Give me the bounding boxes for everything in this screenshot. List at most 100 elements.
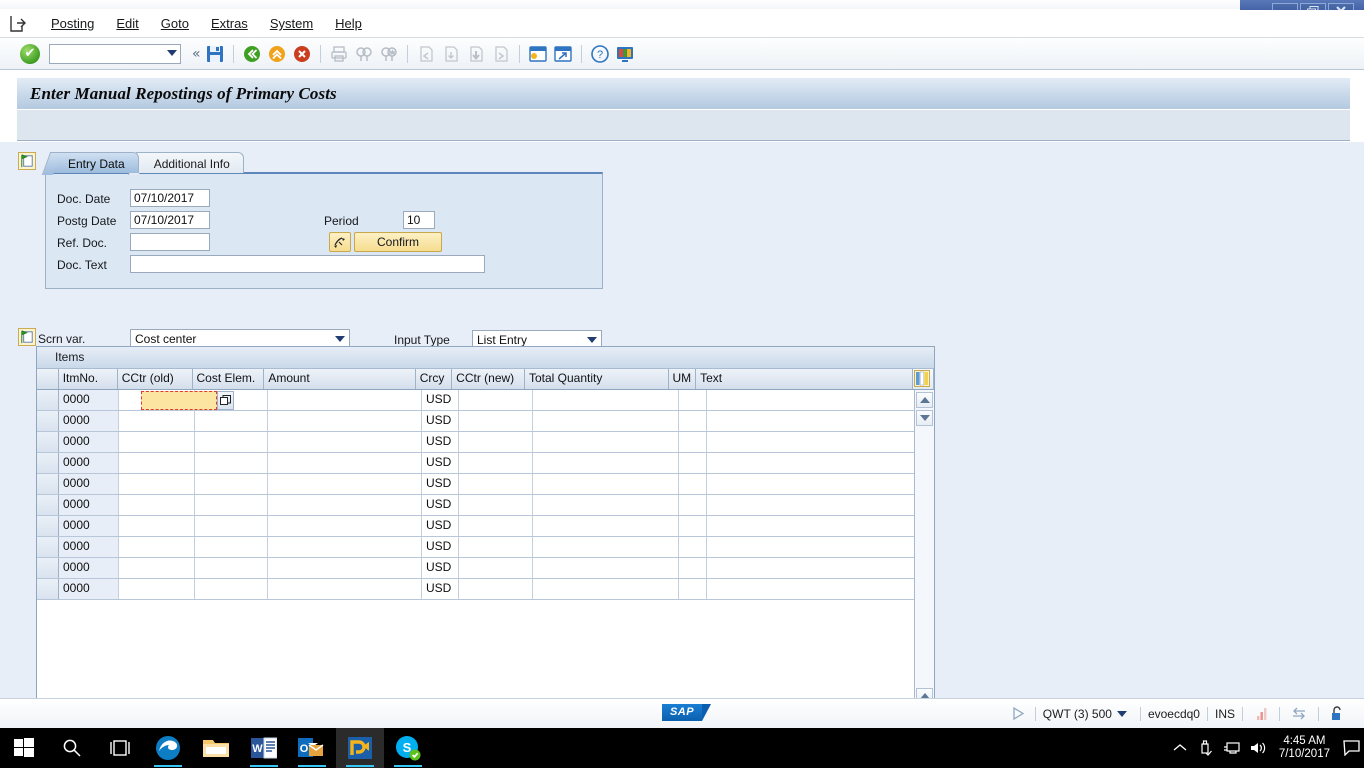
cell-amt[interactable] — [268, 579, 422, 599]
cell-crcy[interactable]: USD — [422, 516, 459, 536]
cell-itm[interactable]: 0000 — [59, 495, 119, 515]
cell-ccto[interactable] — [119, 495, 195, 515]
cell-amt[interactable] — [268, 558, 422, 578]
cell-itm[interactable]: 0000 — [59, 411, 119, 431]
cell-qty[interactable] — [533, 411, 679, 431]
chevron-down-icon[interactable] — [1116, 710, 1127, 717]
cell-qty[interactable] — [533, 495, 679, 515]
column-header-cost-elem[interactable]: Cost Elem. — [193, 369, 265, 389]
cell-cele[interactable] — [195, 411, 268, 431]
cell-um[interactable] — [679, 537, 707, 557]
cell-um[interactable] — [679, 411, 707, 431]
cell-crcy[interactable]: USD — [422, 558, 459, 578]
cell-text[interactable] — [707, 516, 928, 536]
ref-doc-input[interactable] — [130, 233, 210, 251]
column-settings-icon[interactable] — [913, 369, 934, 389]
table-row[interactable]: 0000 USD — [37, 579, 934, 600]
action-center-icon[interactable] — [1338, 728, 1364, 768]
cell-ccto[interactable] — [119, 453, 195, 473]
unlocked-icon[interactable] — [1326, 706, 1348, 721]
cell-text[interactable] — [707, 453, 928, 473]
cell-crcy[interactable]: USD — [422, 474, 459, 494]
table-row[interactable]: 0000 USD — [37, 432, 934, 453]
cell-crcy[interactable]: USD — [422, 432, 459, 452]
search-icon[interactable] — [48, 728, 96, 768]
doc-text-input[interactable] — [130, 255, 485, 273]
cell-um[interactable] — [679, 474, 707, 494]
cell-itm[interactable]: 0000 — [59, 516, 119, 536]
table-row[interactable]: 0000 USD — [37, 474, 934, 495]
enter-button[interactable]: ✔ — [20, 43, 40, 64]
table-row[interactable]: 0000 USD — [37, 411, 934, 432]
network-icon[interactable] — [1219, 728, 1245, 768]
cell-cctn[interactable] — [459, 432, 533, 452]
doc-date-input[interactable] — [130, 189, 210, 207]
save-icon[interactable] — [204, 43, 226, 65]
menu-item-help[interactable]: Help — [324, 14, 373, 33]
cell-amt[interactable] — [268, 474, 422, 494]
system-label[interactable]: QWT (3) 500 — [1043, 707, 1112, 721]
column-header-cctr-new[interactable]: CCtr (new) — [452, 369, 525, 389]
column-header-amount[interactable]: Amount — [264, 369, 416, 389]
column-header-itmno[interactable]: ItmNo. — [59, 369, 118, 389]
cell-sel[interactable] — [37, 558, 59, 578]
menu-item-posting[interactable]: Posting — [40, 14, 105, 33]
chevron-down-icon[interactable] — [335, 336, 345, 342]
create-session-icon[interactable] — [527, 43, 549, 65]
help-icon[interactable]: ? — [589, 43, 611, 65]
cell-itm[interactable]: 0000 — [59, 537, 119, 557]
cell-qty[interactable] — [533, 537, 679, 557]
cell-ccto[interactable] — [119, 474, 195, 494]
command-field[interactable] — [49, 43, 181, 64]
cell-text[interactable] — [707, 474, 928, 494]
cell-ccto[interactable] — [119, 516, 195, 536]
cell-ccto[interactable] — [119, 411, 195, 431]
cell-cctn[interactable] — [459, 495, 533, 515]
chevron-down-icon[interactable] — [587, 337, 597, 343]
menu-item-goto[interactable]: Goto — [150, 14, 200, 33]
status-run-icon[interactable] — [1010, 707, 1028, 720]
cell-qty[interactable] — [533, 474, 679, 494]
customize-layout-icon[interactable] — [614, 43, 636, 65]
windows-start-icon[interactable] — [0, 728, 48, 768]
taskbar-app-edge-icon[interactable] — [144, 728, 192, 768]
cell-cele[interactable] — [195, 579, 268, 599]
cell-amt[interactable] — [268, 411, 422, 431]
confirm-button[interactable]: Confirm — [354, 232, 442, 252]
table-row[interactable]: 0000 USD — [37, 537, 934, 558]
cell-sel[interactable] — [37, 432, 59, 452]
cell-amt[interactable] — [268, 516, 422, 536]
matchcode-icon[interactable] — [329, 232, 351, 252]
taskbar-app-word-icon[interactable]: W — [240, 728, 288, 768]
column-header-select[interactable] — [37, 369, 59, 389]
cell-cctn[interactable] — [459, 453, 533, 473]
taskbar-app-file-explorer-icon[interactable] — [192, 728, 240, 768]
cell-crcy[interactable]: USD — [422, 495, 459, 515]
cell-ccto[interactable] — [119, 579, 195, 599]
cell-sel[interactable] — [37, 579, 59, 599]
create-shortcut-icon[interactable] — [552, 43, 574, 65]
cell-sel[interactable] — [37, 516, 59, 536]
cell-ccto[interactable] — [119, 537, 195, 557]
cell-sel[interactable] — [37, 411, 59, 431]
cell-crcy[interactable]: USD — [422, 537, 459, 557]
volume-icon[interactable] — [1245, 728, 1271, 768]
cell-amt[interactable] — [268, 432, 422, 452]
scroll-up-button[interactable] — [916, 392, 933, 408]
taskbar-app-outlook-icon[interactable]: O — [288, 728, 336, 768]
column-header-text[interactable]: Text — [696, 369, 914, 389]
taskbar-app-sap-logon-icon[interactable] — [336, 728, 384, 768]
cell-text[interactable] — [707, 558, 928, 578]
cell-cctn[interactable] — [459, 537, 533, 557]
table-row[interactable]: 0000 USD — [37, 516, 934, 537]
cell-sel[interactable] — [37, 453, 59, 473]
cell-cele[interactable] — [195, 516, 268, 536]
cell-amt[interactable] — [268, 390, 422, 410]
cell-cele[interactable] — [195, 432, 268, 452]
cell-crcy[interactable]: USD — [422, 411, 459, 431]
cell-itm[interactable]: 0000 — [59, 453, 119, 473]
back-icon[interactable] — [241, 43, 263, 65]
cell-cctn[interactable] — [459, 411, 533, 431]
cell-crcy[interactable]: USD — [422, 579, 459, 599]
safely-remove-hardware-icon[interactable] — [1193, 728, 1219, 768]
